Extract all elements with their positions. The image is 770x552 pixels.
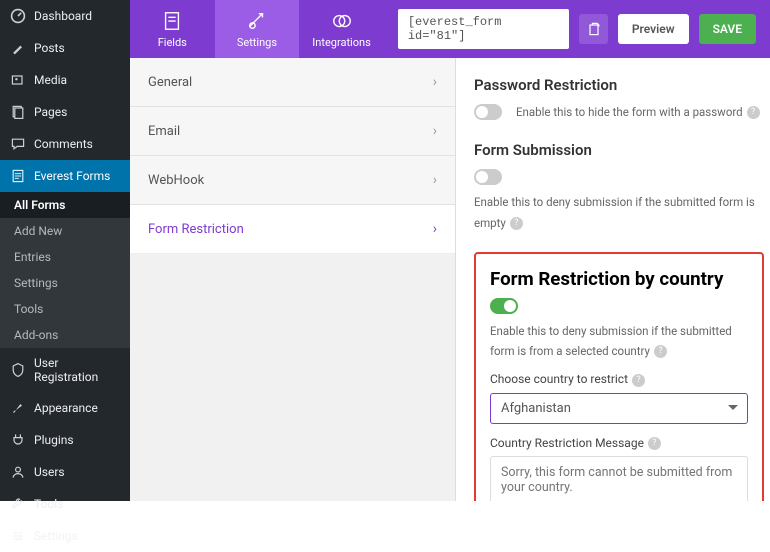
label: Tools (34, 497, 63, 511)
pin-icon (10, 40, 26, 56)
toggle-desc: Enable this to hide the form with a pass… (516, 104, 760, 121)
fields-icon (161, 10, 183, 32)
shield-icon (10, 362, 26, 378)
comments-icon (10, 136, 26, 152)
help-icon[interactable]: ? (510, 217, 523, 230)
settings-icon (246, 10, 268, 32)
submission-toggle[interactable] (474, 169, 502, 185)
label: Form Restriction (148, 222, 244, 237)
submenu-addons[interactable]: Add-ons (0, 322, 130, 348)
wrench-icon (10, 496, 26, 512)
sidebar-item-settings[interactable]: Settings (0, 520, 130, 552)
label: Settings (34, 529, 78, 543)
settings-tab-webhook[interactable]: WebHook › (130, 156, 455, 205)
tab-settings[interactable]: Settings (215, 0, 300, 58)
sidebar-item-pages[interactable]: Pages (0, 96, 130, 128)
shortcode-display[interactable]: [everest_form id="81"] (398, 9, 569, 49)
settings-tab-form-restriction[interactable]: Form Restriction › (130, 205, 455, 254)
section-title: Form Submission (474, 141, 764, 159)
sidebar-item-everest-forms[interactable]: Everest Forms (0, 160, 130, 192)
tab-label: Integrations (312, 36, 370, 49)
label: Pages (34, 105, 67, 119)
builder-toolbar: Fields Settings Integrations [everest_fo… (130, 0, 770, 58)
wp-admin-sidebar: Dashboard Posts Media Pages Comments Eve… (0, 0, 130, 501)
sidebar-item-users[interactable]: Users (0, 456, 130, 488)
save-button[interactable]: SAVE (699, 14, 756, 44)
section-title: Password Restriction (474, 76, 764, 94)
chevron-right-icon: › (433, 221, 437, 237)
password-toggle[interactable] (474, 104, 502, 120)
integrations-icon (331, 10, 353, 32)
label: Comments (34, 137, 93, 151)
sidebar-item-user-registration[interactable]: User Registration (0, 348, 130, 392)
settings-tab-general[interactable]: General › (130, 58, 455, 107)
submenu-tools[interactable]: Tools (0, 296, 130, 322)
label: User Registration (34, 356, 120, 384)
users-icon (10, 464, 26, 480)
copy-shortcode-button[interactable] (579, 14, 608, 44)
section-title: Form Restriction by country (490, 268, 748, 290)
label: Users (34, 465, 65, 479)
chevron-right-icon: › (433, 172, 437, 188)
label: Email (148, 124, 180, 139)
label: Posts (34, 41, 65, 55)
help-icon[interactable]: ? (632, 374, 645, 387)
settings-tabs-list: General › Email › WebHook › Form Restrictio… (130, 58, 456, 501)
media-icon (10, 72, 26, 88)
form-builder: Fields Settings Integrations [everest_fo… (130, 0, 770, 501)
country-restriction-section: Form Restriction by country Enable this … (474, 252, 764, 501)
tab-fields[interactable]: Fields (130, 0, 215, 58)
label: Everest Forms (34, 169, 110, 183)
brush-icon (10, 400, 26, 416)
label: WebHook (148, 173, 204, 188)
label: General (148, 75, 192, 90)
sidebar-item-media[interactable]: Media (0, 64, 130, 96)
country-toggle[interactable] (490, 298, 518, 314)
submenu-add-new[interactable]: Add New (0, 218, 130, 244)
chevron-right-icon: › (433, 74, 437, 90)
label: Media (34, 73, 67, 87)
label: Appearance (34, 401, 98, 415)
restriction-message-textarea[interactable] (490, 456, 748, 501)
submenu-settings[interactable]: Settings (0, 270, 130, 296)
help-icon[interactable]: ? (654, 345, 667, 358)
plug-icon (10, 432, 26, 448)
tab-label: Fields (158, 36, 187, 49)
pages-icon (10, 104, 26, 120)
form-icon (10, 168, 26, 184)
form-submission-section: Form Submission Enable this to deny subm… (474, 141, 764, 232)
chevron-right-icon: › (433, 123, 437, 139)
settings-panel: Password Restriction Enable this to hide… (456, 58, 770, 501)
submenu-entries[interactable]: Entries (0, 244, 130, 270)
sidebar-item-comments[interactable]: Comments (0, 128, 130, 160)
sidebar-item-dashboard[interactable]: Dashboard (0, 0, 130, 32)
help-icon[interactable]: ? (648, 437, 661, 450)
sidebar-item-posts[interactable]: Posts (0, 32, 130, 64)
toggle-desc: Enable this to deny submission if the su… (490, 324, 732, 358)
help-icon[interactable]: ? (747, 106, 760, 119)
tab-label: Settings (237, 36, 277, 49)
preview-button[interactable]: Preview (618, 14, 689, 44)
submenu-all-forms[interactable]: All Forms (0, 192, 130, 218)
sidebar-item-plugins[interactable]: Plugins (0, 424, 130, 456)
settings-tab-email[interactable]: Email › (130, 107, 455, 156)
toggle-desc: Enable this to deny submission if the su… (474, 195, 755, 229)
label: Dashboard (34, 9, 92, 23)
sliders-icon (10, 528, 26, 544)
sidebar-item-appearance[interactable]: Appearance (0, 392, 130, 424)
choose-country-label: Choose country to restrict? (490, 372, 748, 386)
password-restriction-section: Password Restriction Enable this to hide… (474, 76, 764, 121)
tab-integrations[interactable]: Integrations (299, 0, 384, 58)
label: Plugins (34, 433, 74, 447)
country-select[interactable]: Afghanistan (490, 393, 748, 424)
restriction-message-label: Country Restriction Message? (490, 436, 748, 450)
sidebar-item-tools[interactable]: Tools (0, 488, 130, 520)
dashboard-icon (10, 8, 26, 24)
